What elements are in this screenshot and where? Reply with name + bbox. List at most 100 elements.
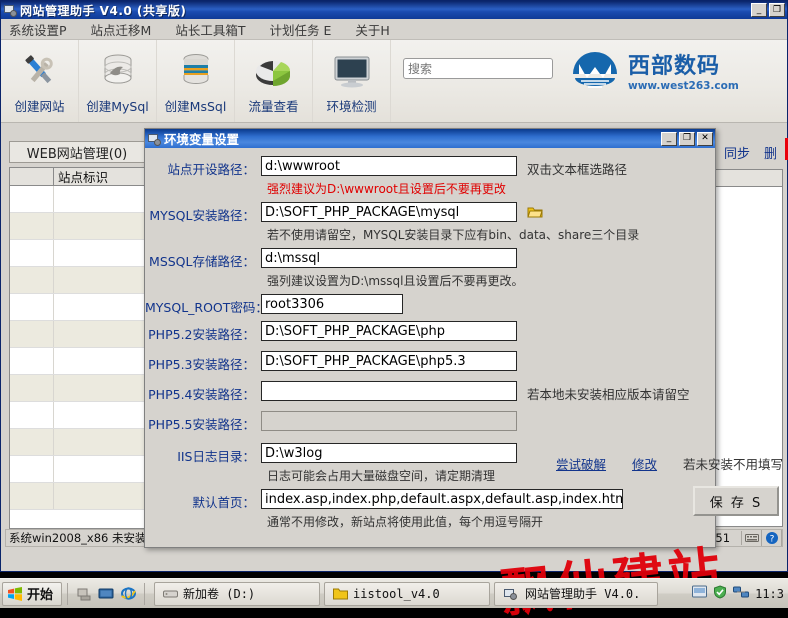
table-row[interactable] xyxy=(10,483,145,510)
input-site-root-path[interactable]: d:\wwwroot xyxy=(261,156,517,176)
input-php54-install-path[interactable] xyxy=(261,381,517,401)
grid-cell-checkbox[interactable] xyxy=(10,456,54,482)
grid-cell-site-id[interactable] xyxy=(54,294,145,320)
taskbar-item-new-volume-d[interactable]: 新加卷 (D:) xyxy=(154,581,321,606)
toolbar-button-create-mysql[interactable]: 创建MySql xyxy=(79,40,157,122)
grid-cell-checkbox[interactable] xyxy=(10,429,54,455)
grid-cell-checkbox[interactable] xyxy=(10,483,54,509)
table-row[interactable] xyxy=(10,321,145,348)
label-mysql-root-password: MYSQL_ROOT密码： xyxy=(145,300,268,315)
folder-open-icon[interactable] xyxy=(527,202,543,222)
site-grid[interactable]: 站点标识 xyxy=(9,167,146,529)
grid-cell-site-id[interactable] xyxy=(54,267,145,293)
label-iis-log-dir: IIS日志目录： xyxy=(177,449,255,464)
taskbar: 开始 新加卷 (D:) iistool_v4.0 网站管理助手 V4.0. 11… xyxy=(0,578,788,608)
grid-cell-site-id[interactable] xyxy=(54,456,145,482)
input-php55-install-path[interactable] xyxy=(261,411,517,431)
menu-item-system-settings[interactable]: 系统设置P xyxy=(7,18,79,41)
input-php52-install-path[interactable]: D:\SOFT_PHP_PACKAGE\php xyxy=(261,321,517,341)
table-row[interactable] xyxy=(10,375,145,402)
search-input[interactable] xyxy=(403,58,553,79)
minimize-icon[interactable]: _ xyxy=(751,3,767,17)
grid-cell-site-id[interactable] xyxy=(54,483,145,509)
input-mysql-install-path[interactable]: D:\SOFT_PHP_PACKAGE\mysql xyxy=(261,202,517,222)
table-row[interactable] xyxy=(10,186,145,213)
grid-cell-site-id[interactable] xyxy=(54,240,145,266)
system-tray: 11:3 xyxy=(692,585,788,602)
table-row[interactable] xyxy=(10,429,145,456)
input-php53-install-path[interactable]: D:\SOFT_PHP_PACKAGE\php5.3 xyxy=(261,351,517,371)
menu-item-webmaster-toolbox[interactable]: 站长工具箱T xyxy=(173,18,257,41)
network-icon[interactable] xyxy=(733,585,750,602)
taskbar-item-website-assistant[interactable]: 网站管理助手 V4.0. xyxy=(494,581,659,606)
grid-cell-checkbox[interactable] xyxy=(10,294,54,320)
monitor-icon[interactable] xyxy=(95,583,117,605)
toolbar-button-env-detect[interactable]: 环境检测 xyxy=(313,40,391,122)
table-row[interactable] xyxy=(10,213,145,240)
brand-name: 西部数码 xyxy=(628,54,721,80)
brand-logo: 西部数码 www.west263.com xyxy=(567,48,739,100)
input-mssql-storage-path[interactable]: d:\mssql xyxy=(261,248,517,268)
grid-cell-checkbox[interactable] xyxy=(10,267,54,293)
table-row[interactable] xyxy=(10,402,145,429)
taskbar-item-iistool-folder[interactable]: iistool_v4.0 xyxy=(324,581,491,606)
table-row[interactable] xyxy=(10,240,145,267)
toolbar-button-create-mssql[interactable]: 创建MsSql xyxy=(157,40,235,122)
field-row-site-root-path: 站点开设路径： d:\wwwroot 双击文本框选路径 xyxy=(145,156,715,178)
menu-item-about[interactable]: 关于H xyxy=(353,18,401,41)
help-icon[interactable]: ? xyxy=(762,530,782,546)
computer-gear-icon xyxy=(503,587,518,600)
show-desktop-icon[interactable] xyxy=(73,583,95,605)
grid-cell-site-id[interactable] xyxy=(54,402,145,428)
clock[interactable]: 11:3 xyxy=(755,587,784,601)
input-default-document[interactable]: index.asp,index.php,default.aspx,default… xyxy=(261,489,623,509)
tab-web-site-management[interactable]: WEB网站管理(0) xyxy=(9,141,145,163)
grid-cell-checkbox[interactable] xyxy=(10,348,54,374)
grid-cell-site-id[interactable] xyxy=(54,186,145,212)
input-mysql-root-password[interactable]: root3306 xyxy=(261,294,403,314)
grid-cell-checkbox[interactable] xyxy=(10,402,54,428)
taskbar-label-iistool-folder: iistool_v4.0 xyxy=(353,586,440,601)
grid-header-blank[interactable] xyxy=(10,168,54,185)
close-icon[interactable]: ✕ xyxy=(697,131,713,146)
input-iis-log-dir[interactable]: D:\w3log xyxy=(261,443,517,463)
internet-explorer-icon[interactable] xyxy=(117,583,139,605)
menu-item-site-migration[interactable]: 站点迁移M xyxy=(89,18,164,41)
field-row-default-document: 默认首页： index.asp,index.php,default.aspx,d… xyxy=(145,489,715,511)
table-row[interactable] xyxy=(10,456,145,483)
grid-cell-checkbox[interactable] xyxy=(10,213,54,239)
grid-cell-site-id[interactable] xyxy=(54,348,145,374)
grid-cell-site-id[interactable] xyxy=(54,375,145,401)
op-sync[interactable]: 同步 xyxy=(724,143,750,162)
toolbar-button-create-website[interactable]: 创建网站 xyxy=(1,40,79,122)
toolbar-label-env-detect: 环境检测 xyxy=(326,99,377,114)
table-row[interactable] xyxy=(10,294,145,321)
side-php54-install-path: 若本地未安装相应版本请留空 xyxy=(527,387,690,402)
shield-icon[interactable] xyxy=(713,585,727,602)
toolbar-label-create-website: 创建网站 xyxy=(14,99,65,114)
menu-item-scheduled-tasks[interactable]: 计划任务 E xyxy=(267,18,343,41)
keyboard-icon[interactable] xyxy=(742,530,762,546)
taskbar-separator xyxy=(144,582,146,605)
toolbar-button-traffic-view[interactable]: 流量查看 xyxy=(235,40,313,122)
hint-default-document: 通常不用修改，新站点将使用此值，每个用逗号隔开 xyxy=(267,515,544,529)
app-icon[interactable] xyxy=(692,585,708,602)
maximize-icon[interactable]: ❐ xyxy=(679,131,695,146)
grid-cell-site-id[interactable] xyxy=(54,429,145,455)
table-row[interactable] xyxy=(10,348,145,375)
grid-cell-site-id[interactable] xyxy=(54,213,145,239)
restore-icon[interactable]: ❐ xyxy=(769,3,785,17)
grid-cell-checkbox[interactable] xyxy=(10,186,54,212)
grid-header-site-id[interactable]: 站点标识 xyxy=(54,168,145,185)
op-delete[interactable]: 删 xyxy=(764,143,777,162)
save-button[interactable]: 保 存 S xyxy=(693,486,779,516)
grid-cell-checkbox[interactable] xyxy=(10,375,54,401)
grid-cell-site-id[interactable] xyxy=(54,321,145,347)
menubar: 系统设置P 站点迁移M 站长工具箱T 计划任务 E 关于H xyxy=(1,19,787,40)
grid-cell-checkbox[interactable] xyxy=(10,240,54,266)
label-mysql-install-path: MYSQL安装路径： xyxy=(149,208,255,223)
minimize-icon[interactable]: _ xyxy=(661,131,677,146)
table-row[interactable] xyxy=(10,267,145,294)
start-button[interactable]: 开始 xyxy=(2,581,63,606)
grid-cell-checkbox[interactable] xyxy=(10,321,54,347)
